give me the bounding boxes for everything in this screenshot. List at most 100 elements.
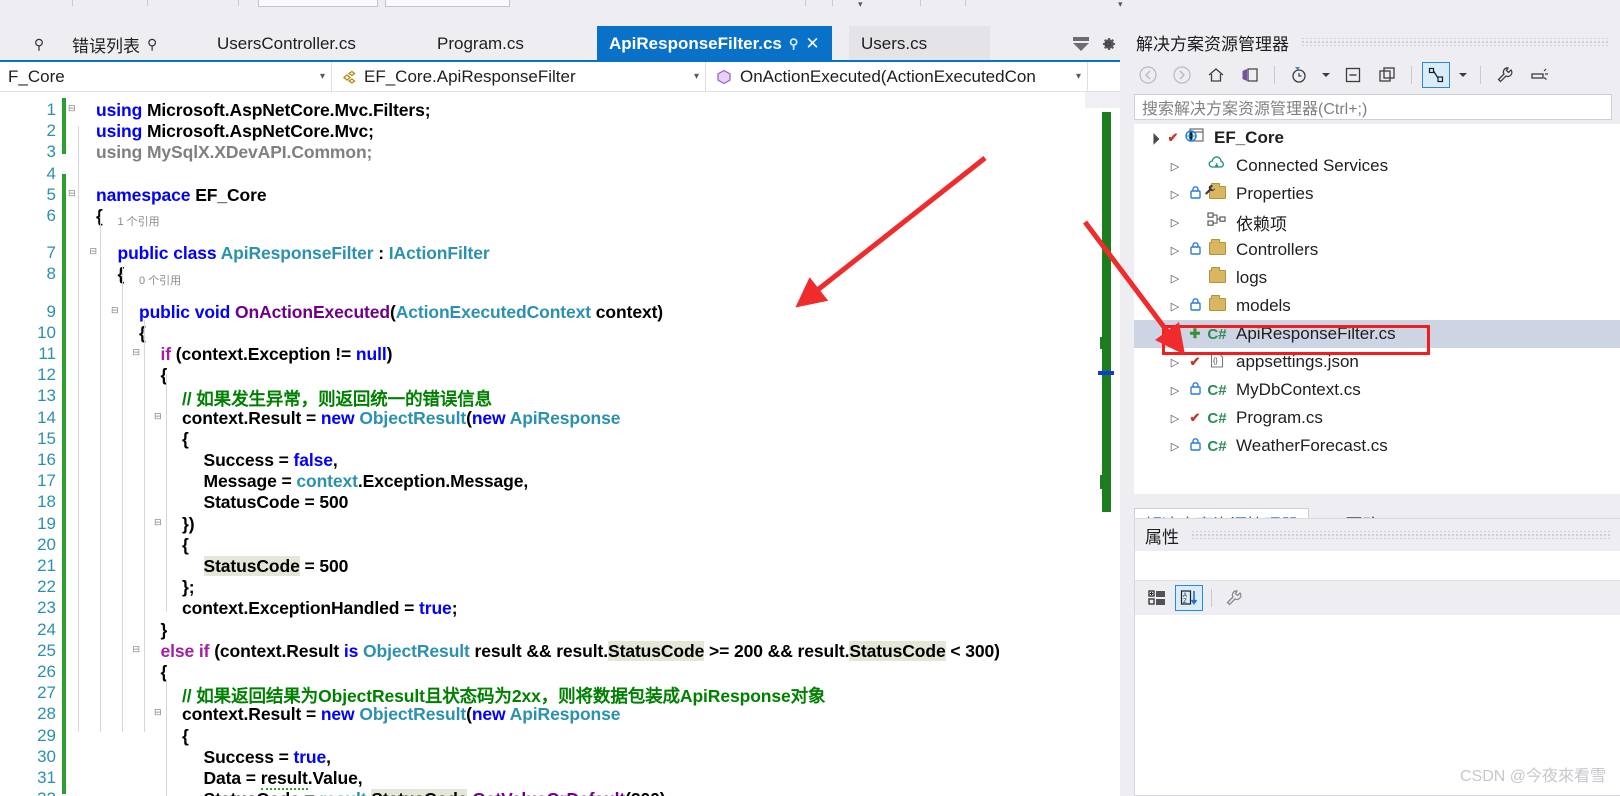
collapsed-arrow-icon[interactable]: ▷ (1164, 300, 1186, 313)
tab-userscontroller[interactable]: UsersController.cs (205, 26, 368, 62)
fold-toggle-icon[interactable]: ⊟ (154, 411, 166, 421)
tree-item-mydbcontext-cs[interactable]: ▷ C# MyDbContext.cs (1134, 376, 1620, 404)
code-line[interactable]: context.ExceptionHandled = true; (182, 598, 458, 619)
tree-item-models[interactable]: ▷ models (1134, 292, 1620, 320)
scrollbar-up-button[interactable] (1085, 92, 1120, 108)
collapsed-arrow-icon[interactable]: ▷ (1164, 356, 1186, 369)
code-line[interactable]: }; (182, 577, 195, 598)
back-icon[interactable] (1134, 62, 1162, 88)
code-line[interactable]: public class ApiResponseFilter : IAction… (118, 243, 490, 264)
properties-view-icon[interactable] (1422, 62, 1450, 88)
code-text-area[interactable]: using Microsoft.AspNetCore.Mvc.Filters; ⊟… (62, 92, 1085, 796)
code-line[interactable]: Success = false, (204, 450, 338, 471)
toolbar-combo[interactable] (385, 0, 510, 7)
chevron-down-icon[interactable]: ▾ (1066, 71, 1081, 82)
code-lens-reference-count[interactable]: 0 个引用 (139, 272, 181, 288)
tab-error-list[interactable]: 错误列表 ⚲ (60, 26, 170, 62)
tab-program[interactable]: Program.cs (425, 26, 536, 62)
search-input[interactable]: 搜索解决方案资源管理器(Ctrl+;) (1134, 94, 1612, 120)
pin-icon[interactable]: ⚲ (34, 36, 44, 53)
collapsed-arrow-icon[interactable]: ▷ (1164, 216, 1186, 229)
code-line[interactable]: public void OnActionExecuted(ActionExecu… (139, 302, 663, 323)
chevron-down-icon[interactable] (1456, 62, 1470, 88)
tab-apiresponsefilter[interactable]: ApiResponseFilter.cs ⚲ ✕ (597, 26, 832, 62)
pending-changes-icon[interactable] (1285, 62, 1313, 88)
alphabetical-sort-icon[interactable]: A Z (1175, 585, 1203, 611)
collapsed-arrow-icon[interactable]: ▷ (1164, 160, 1186, 173)
code-line[interactable]: StatusCode = result.StatusCode.GetValueO… (204, 789, 666, 796)
code-line[interactable]: namespace EF_Core (96, 185, 267, 206)
fold-toggle-icon[interactable]: ⊟ (133, 348, 145, 357)
code-line[interactable]: { (182, 535, 189, 556)
home-icon[interactable] (1202, 62, 1230, 88)
code-line[interactable]: Message = context.Exception.Message, (204, 471, 529, 492)
categorized-icon[interactable] (1143, 585, 1171, 611)
drag-grip[interactable] (1191, 531, 1612, 539)
code-line[interactable]: using Microsoft.AspNetCore.Mvc; (96, 121, 374, 142)
collapsed-arrow-icon[interactable]: ▷ (1164, 384, 1186, 397)
preview-selected-items-icon[interactable] (1525, 62, 1553, 88)
tree-item-apiresponsefilter-cs[interactable]: ▷ ✚ C# ApiResponseFilter.cs (1134, 320, 1620, 348)
scrollbar-thumb[interactable] (1102, 112, 1111, 512)
code-line[interactable]: context.Result = new ObjectResult(new Ap… (182, 408, 621, 429)
tools-icon[interactable] (1491, 62, 1519, 88)
forward-icon[interactable] (1168, 62, 1196, 88)
tree-item-controllers[interactable]: ▷ Controllers (1134, 236, 1620, 264)
tree-item-properties[interactable]: ▷ Properties (1134, 180, 1620, 208)
sync-with-active-document-icon[interactable] (1236, 62, 1264, 88)
property-pages-icon[interactable] (1220, 585, 1248, 611)
code-line[interactable]: Success = true, (204, 747, 332, 768)
tree-item-appsettings-json[interactable]: ▷ ✔ {} appsettings.json (1134, 348, 1620, 376)
code-editor[interactable]: 1 2 3 4 5 6 7 8 9 10 11 12 13 14 15 16 17 18 19 20 21 22 23 24 2… (0, 92, 1085, 796)
code-line[interactable]: StatusCode = 500 (204, 492, 349, 513)
expanded-arrow-icon[interactable]: ◢ (1141, 126, 1166, 151)
code-line[interactable]: if (context.Exception != null) (161, 344, 393, 365)
tab-settings-gear[interactable] (1096, 26, 1120, 62)
fold-toggle-icon[interactable]: ⊟ (154, 708, 166, 717)
toolbar-combo[interactable] (258, 0, 378, 7)
chevron-down-icon[interactable]: ▾ (684, 71, 699, 82)
code-line[interactable]: { (182, 429, 189, 450)
collapse-all-icon[interactable] (1339, 62, 1367, 88)
breadcrumb-member-dropdown[interactable]: OnActionExecuted(ActionExecutedCon ▾ (706, 62, 1088, 91)
collapsed-arrow-icon[interactable]: ▷ (1164, 272, 1186, 285)
tree-item-logs[interactable]: ▷ logs (1134, 264, 1620, 292)
fold-toggle-icon[interactable]: ⊟ (154, 517, 166, 527)
collapsed-arrow-icon[interactable]: ▷ (1164, 244, 1186, 257)
drag-grip[interactable] (1301, 38, 1610, 46)
collapsed-arrow-icon[interactable]: ▷ (1164, 412, 1186, 425)
show-all-files-icon[interactable] (1373, 62, 1401, 88)
code-lens-reference-count[interactable]: 1 个引用 (118, 213, 160, 229)
code-line[interactable]: using MySqlX.XDevAPI.Common; (96, 142, 372, 163)
solution-tree[interactable]: ◢ ✔ EF_Core ▷ Connected Services ▷ Properties ▷… (1134, 124, 1620, 494)
code-line[interactable]: { (118, 264, 125, 285)
tree-item-connected-services[interactable]: ▷ Connected Services (1134, 152, 1620, 180)
toolbar-icon[interactable]: ▾ (1118, 0, 1123, 9)
chevron-down-icon[interactable] (1319, 62, 1333, 88)
tree-item-program-cs[interactable]: ▷ ✔ C# Program.cs (1134, 404, 1620, 432)
properties-object-combo[interactable] (1135, 551, 1620, 581)
code-line[interactable]: using Microsoft.AspNetCore.Mvc.Filters; (96, 100, 431, 121)
fold-toggle-icon[interactable]: ⊟ (68, 104, 80, 113)
breadcrumb-type-dropdown[interactable]: EF_Core.ApiResponseFilter ▾ (332, 62, 706, 91)
collapsed-arrow-icon[interactable]: ▷ (1164, 328, 1186, 341)
pin-icon[interactable]: ⚲ (147, 36, 157, 53)
code-line[interactable]: { (182, 726, 189, 747)
code-line[interactable]: context.Result = new ObjectResult(new Ap… (182, 704, 621, 725)
code-line[interactable]: } (161, 620, 168, 641)
tree-item-weatherforecast-cs[interactable]: ▷ C# WeatherForecast.cs (1134, 432, 1620, 460)
code-line[interactable]: Data = result.Value, (204, 768, 363, 790)
code-line[interactable]: }) (182, 514, 195, 535)
fold-toggle-icon[interactable]: ⊟ (133, 644, 145, 654)
collapsed-arrow-icon[interactable]: ▷ (1164, 188, 1186, 201)
breadcrumb-project-dropdown[interactable]: F_Core ▾ (0, 62, 332, 91)
pin-icon[interactable]: ⚲ (789, 36, 799, 52)
tab-users[interactable]: Users.cs (849, 26, 990, 62)
tab-overflow-button[interactable] (1068, 26, 1094, 62)
code-line[interactable]: StatusCode = 500 (203, 556, 348, 577)
toolbar-icon[interactable]: ▾ (858, 0, 863, 9)
chevron-down-icon[interactable]: ▾ (310, 71, 325, 82)
close-icon[interactable]: ✕ (805, 34, 819, 54)
tree-item-ef-core[interactable]: ◢ ✔ EF_Core (1134, 124, 1620, 152)
collapsed-arrow-icon[interactable]: ▷ (1164, 440, 1186, 453)
